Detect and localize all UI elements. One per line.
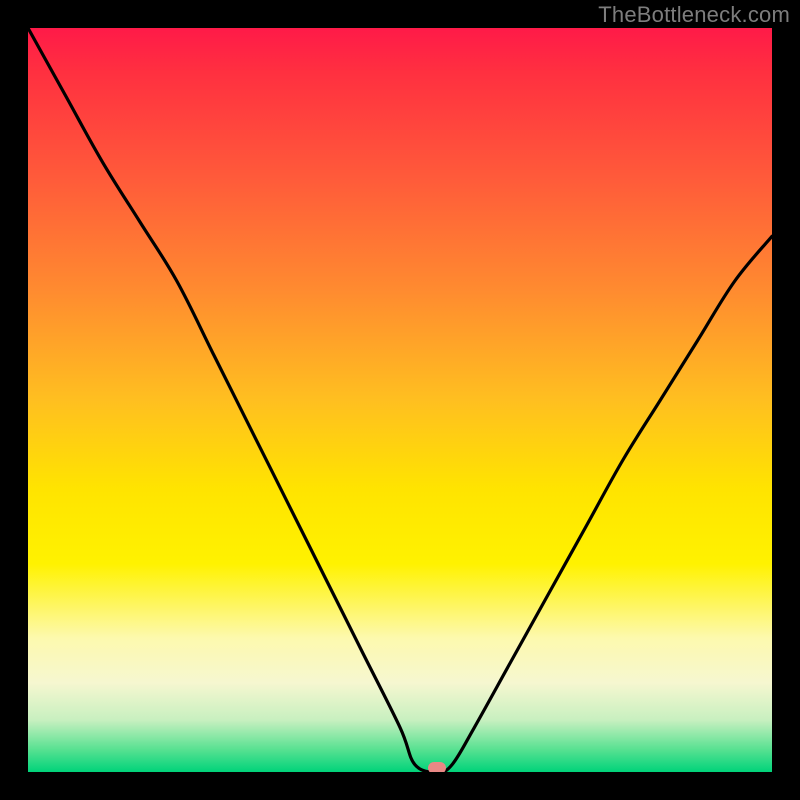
optimal-point-marker — [428, 762, 446, 772]
bottleneck-curve — [28, 28, 772, 772]
plot-area — [28, 28, 772, 772]
chart-frame: TheBottleneck.com — [0, 0, 800, 800]
attribution-text: TheBottleneck.com — [598, 2, 790, 28]
